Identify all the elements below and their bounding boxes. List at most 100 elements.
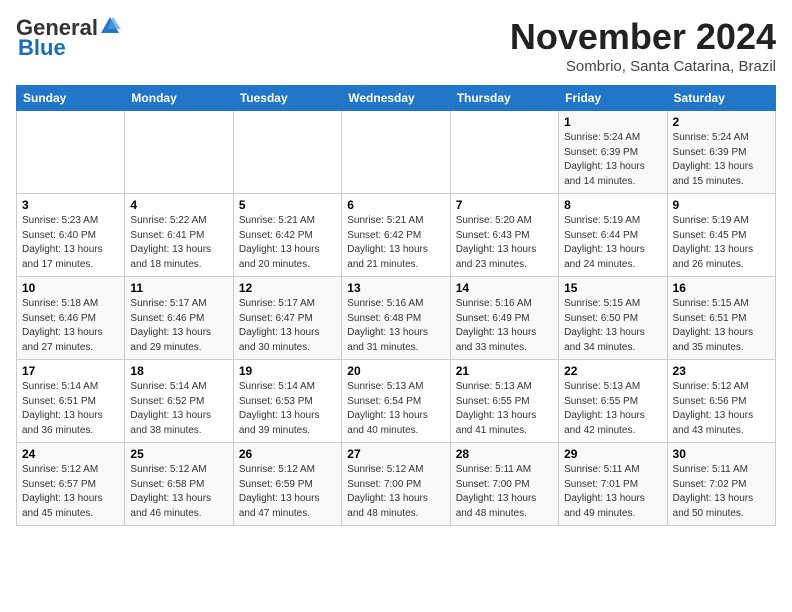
title-block: November 2024 Sombrio, Santa Catarina, B… — [510, 16, 776, 75]
day-info: Sunrise: 5:20 AM Sunset: 6:43 PM Dayligh… — [456, 215, 537, 270]
day-info: Sunrise: 5:19 AM Sunset: 6:45 PM Dayligh… — [673, 215, 754, 270]
calendar-cell: 22 Sunrise: 5:13 AM Sunset: 6:55 PM Dayli… — [559, 360, 667, 443]
day-number: 25 — [130, 447, 227, 461]
calendar-week-row: 24Sunrise: 5:12 AM Sunset: 6:57 PM Dayli… — [17, 443, 776, 526]
calendar-week-row: 3 Sunrise: 5:23 AM Sunset: 6:40 PM Daylig… — [17, 194, 776, 277]
day-number: 23 — [673, 364, 770, 378]
day-number: 5 — [239, 198, 336, 212]
location: Sombrio, Santa Catarina, Brazil — [510, 58, 776, 75]
calendar-cell: 27Sunrise: 5:12 AM Sunset: 7:00 PM Dayli… — [342, 443, 450, 526]
day-number: 22 — [564, 364, 661, 378]
calendar-cell: 12Sunrise: 5:17 AM Sunset: 6:47 PM Dayli… — [233, 277, 341, 360]
day-info: Sunrise: 5:12 AM Sunset: 6:58 PM Dayligh… — [130, 464, 211, 519]
calendar-cell: 20Sunrise: 5:13 AM Sunset: 6:54 PM Dayli… — [342, 360, 450, 443]
calendar-cell — [233, 111, 341, 194]
calendar-week-row: 10 Sunrise: 5:18 AM Sunset: 6:46 PM Dayli… — [17, 277, 776, 360]
day-info: Sunrise: 5:18 AM Sunset: 6:46 PM Dayligh… — [22, 298, 103, 353]
calendar-cell: 15 Sunrise: 5:15 AM Sunset: 6:50 PM Dayli… — [559, 277, 667, 360]
calendar-cell: 11 Sunrise: 5:17 AM Sunset: 6:46 PM Dayli… — [125, 277, 233, 360]
day-number: 13 — [347, 281, 444, 295]
calendar-cell: 9 Sunrise: 5:19 AM Sunset: 6:45 PM Daylig… — [667, 194, 775, 277]
calendar-cell: 6 Sunrise: 5:21 AM Sunset: 6:42 PM Daylig… — [342, 194, 450, 277]
day-number: 3 — [22, 198, 119, 212]
calendar-body: 1Sunrise: 5:24 AM Sunset: 6:39 PM Daylig… — [17, 111, 776, 526]
calendar-cell: 16 Sunrise: 5:15 AM Sunset: 6:51 PM Dayli… — [667, 277, 775, 360]
day-info: Sunrise: 5:17 AM Sunset: 6:46 PM Dayligh… — [130, 298, 211, 353]
day-info: Sunrise: 5:15 AM Sunset: 6:51 PM Dayligh… — [673, 298, 754, 353]
day-info: Sunrise: 5:14 AM Sunset: 6:52 PM Dayligh… — [130, 381, 211, 436]
day-number: 26 — [239, 447, 336, 461]
day-number: 18 — [130, 364, 227, 378]
calendar-cell: 2 Sunrise: 5:24 AM Sunset: 6:39 PM Daylig… — [667, 111, 775, 194]
day-number: 19 — [239, 364, 336, 378]
calendar-cell: 29 Sunrise: 5:11 AM Sunset: 7:01 PM Dayli… — [559, 443, 667, 526]
day-info: Sunrise: 5:11 AM Sunset: 7:01 PM Dayligh… — [564, 464, 645, 519]
day-info: Sunrise: 5:16 AM Sunset: 6:49 PM Dayligh… — [456, 298, 537, 353]
day-number: 15 — [564, 281, 661, 295]
calendar-cell — [342, 111, 450, 194]
month-title: November 2024 — [510, 16, 776, 58]
calendar-cell: 14 Sunrise: 5:16 AM Sunset: 6:49 PM Dayli… — [450, 277, 558, 360]
day-number: 30 — [673, 447, 770, 461]
day-number: 11 — [130, 281, 227, 295]
day-number: 8 — [564, 198, 661, 212]
day-number: 28 — [456, 447, 553, 461]
day-info: Sunrise: 5:23 AM Sunset: 6:40 PM Dayligh… — [22, 215, 103, 270]
weekday-header-saturday: Saturday — [667, 86, 775, 111]
day-info: Sunrise: 5:19 AM Sunset: 6:44 PM Dayligh… — [564, 215, 645, 270]
day-number: 29 — [564, 447, 661, 461]
calendar-cell: 24Sunrise: 5:12 AM Sunset: 6:57 PM Dayli… — [17, 443, 125, 526]
calendar-cell — [125, 111, 233, 194]
day-info: Sunrise: 5:21 AM Sunset: 6:42 PM Dayligh… — [239, 215, 320, 270]
calendar-cell — [17, 111, 125, 194]
calendar-cell: 7 Sunrise: 5:20 AM Sunset: 6:43 PM Daylig… — [450, 194, 558, 277]
calendar-cell: 21 Sunrise: 5:13 AM Sunset: 6:55 PM Dayli… — [450, 360, 558, 443]
day-info: Sunrise: 5:12 AM Sunset: 6:57 PM Dayligh… — [22, 464, 103, 519]
day-info: Sunrise: 5:15 AM Sunset: 6:50 PM Dayligh… — [564, 298, 645, 353]
logo: General Blue — [16, 16, 121, 60]
day-info: Sunrise: 5:12 AM Sunset: 7:00 PM Dayligh… — [347, 464, 428, 519]
day-number: 16 — [673, 281, 770, 295]
day-info: Sunrise: 5:12 AM Sunset: 6:56 PM Dayligh… — [673, 381, 754, 436]
calendar-week-row: 1Sunrise: 5:24 AM Sunset: 6:39 PM Daylig… — [17, 111, 776, 194]
day-info: Sunrise: 5:16 AM Sunset: 6:48 PM Dayligh… — [347, 298, 428, 353]
calendar-cell: 17 Sunrise: 5:14 AM Sunset: 6:51 PM Dayli… — [17, 360, 125, 443]
day-number: 14 — [456, 281, 553, 295]
calendar-cell: 26Sunrise: 5:12 AM Sunset: 6:59 PM Dayli… — [233, 443, 341, 526]
day-number: 9 — [673, 198, 770, 212]
calendar-cell: 3 Sunrise: 5:23 AM Sunset: 6:40 PM Daylig… — [17, 194, 125, 277]
day-number: 7 — [456, 198, 553, 212]
calendar-cell — [450, 111, 558, 194]
day-info: Sunrise: 5:13 AM Sunset: 6:55 PM Dayligh… — [564, 381, 645, 436]
logo-icon — [99, 15, 121, 37]
page-header: General Blue November 2024 Sombrio, Sant… — [16, 16, 776, 75]
calendar-cell: 8 Sunrise: 5:19 AM Sunset: 6:44 PM Daylig… — [559, 194, 667, 277]
day-info: Sunrise: 5:14 AM Sunset: 6:51 PM Dayligh… — [22, 381, 103, 436]
day-info: Sunrise: 5:21 AM Sunset: 6:42 PM Dayligh… — [347, 215, 428, 270]
day-number: 2 — [673, 115, 770, 129]
calendar-header: SundayMondayTuesdayWednesdayThursdayFrid… — [17, 86, 776, 111]
day-number: 12 — [239, 281, 336, 295]
calendar-cell: 1Sunrise: 5:24 AM Sunset: 6:39 PM Daylig… — [559, 111, 667, 194]
calendar-cell: 23 Sunrise: 5:12 AM Sunset: 6:56 PM Dayli… — [667, 360, 775, 443]
calendar-cell: 4Sunrise: 5:22 AM Sunset: 6:41 PM Daylig… — [125, 194, 233, 277]
day-number: 10 — [22, 281, 119, 295]
day-number: 17 — [22, 364, 119, 378]
day-info: Sunrise: 5:13 AM Sunset: 6:54 PM Dayligh… — [347, 381, 428, 436]
day-info: Sunrise: 5:11 AM Sunset: 7:02 PM Dayligh… — [673, 464, 754, 519]
weekday-header-friday: Friday — [559, 86, 667, 111]
day-number: 21 — [456, 364, 553, 378]
weekday-header-wednesday: Wednesday — [342, 86, 450, 111]
day-info: Sunrise: 5:14 AM Sunset: 6:53 PM Dayligh… — [239, 381, 320, 436]
day-info: Sunrise: 5:11 AM Sunset: 7:00 PM Dayligh… — [456, 464, 537, 519]
calendar-cell: 19 Sunrise: 5:14 AM Sunset: 6:53 PM Dayli… — [233, 360, 341, 443]
weekday-header-tuesday: Tuesday — [233, 86, 341, 111]
calendar-cell: 28 Sunrise: 5:11 AM Sunset: 7:00 PM Dayli… — [450, 443, 558, 526]
day-number: 6 — [347, 198, 444, 212]
day-number: 4 — [130, 198, 227, 212]
day-info: Sunrise: 5:24 AM Sunset: 6:39 PM Dayligh… — [673, 132, 754, 187]
calendar-cell: 10 Sunrise: 5:18 AM Sunset: 6:46 PM Dayli… — [17, 277, 125, 360]
day-info: Sunrise: 5:13 AM Sunset: 6:55 PM Dayligh… — [456, 381, 537, 436]
calendar-table: SundayMondayTuesdayWednesdayThursdayFrid… — [16, 85, 776, 526]
day-info: Sunrise: 5:24 AM Sunset: 6:39 PM Dayligh… — [564, 132, 645, 187]
